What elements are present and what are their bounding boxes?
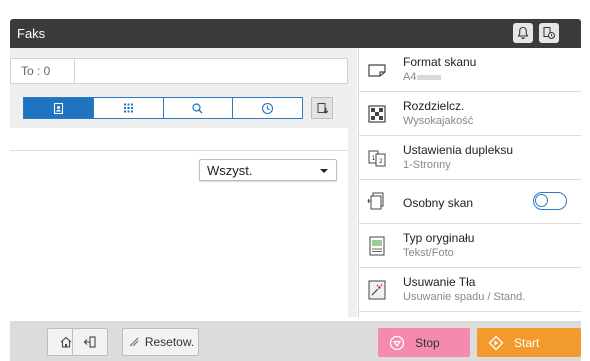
address-book-icon (53, 102, 63, 114)
tab-history[interactable] (232, 98, 302, 118)
direct-input-button[interactable] (311, 97, 333, 119)
setting-duplex[interactable]: 12 Ustawienia dupleksu 1-Stronny (358, 136, 581, 180)
setting-value: A4 (403, 71, 442, 83)
setting-resolution[interactable]: Rozdzielcz. Wysokajakość (358, 92, 581, 136)
svg-text:1: 1 (372, 155, 376, 162)
setting-title: Format skanu (403, 55, 477, 69)
logout-button[interactable] (72, 328, 108, 356)
setting-value: Wysokajakość (403, 115, 474, 127)
setting-separate-scan: Osobny skan (358, 180, 581, 224)
search-icon (192, 102, 203, 113)
setting-title: Usuwanie Tła (403, 275, 476, 289)
duplex-icon: 12 (366, 147, 388, 169)
start-label: Start (514, 335, 540, 350)
start-icon (488, 335, 504, 350)
tab-search[interactable] (162, 98, 233, 118)
reset-button[interactable]: Resetow. (122, 328, 199, 356)
scan-size-icon (366, 59, 388, 81)
separate-scan-icon (366, 191, 388, 213)
recipient-count-label: To : 0 (11, 59, 75, 83)
register-destination-icon (317, 102, 328, 114)
destination-tabs (23, 97, 303, 119)
chevron-down-icon (320, 169, 328, 173)
notification-button[interactable] (513, 23, 533, 43)
reset-icon (129, 337, 139, 347)
separate-scan-toggle[interactable] (533, 192, 567, 210)
background-removal-icon (366, 279, 388, 301)
resolution-icon (366, 103, 388, 125)
setting-title: Typ oryginału (403, 231, 475, 245)
stop-button[interactable]: Stop (378, 328, 470, 357)
setting-value: Usuwanie spadu / Stand. (403, 291, 526, 303)
app-title: Faks (17, 26, 46, 41)
setting-value: Tekst/Foto (403, 247, 454, 259)
setting-value: 1-Stronny (403, 159, 451, 171)
title-bar: Faks (10, 19, 581, 48)
list-divider (10, 150, 348, 151)
original-type-icon (366, 235, 388, 257)
list-filter-select[interactable]: Wszyst. (199, 159, 337, 181)
list-filter-value: Wszyst. (207, 162, 253, 178)
bell-icon (517, 26, 529, 39)
destination-list (10, 128, 348, 317)
tab-address-book[interactable] (24, 98, 93, 118)
stop-label: Stop (415, 335, 440, 350)
history-icon (262, 102, 274, 114)
svg-text:2: 2 (379, 158, 383, 165)
tab-keypad[interactable] (92, 98, 163, 118)
job-history-icon (543, 27, 555, 39)
setting-original-type[interactable]: Typ oryginału Tekst/Foto (358, 224, 581, 268)
toggle-knob (535, 194, 548, 207)
keypad-icon (123, 103, 133, 112)
setting-scan-size[interactable]: Format skanu A4 (358, 48, 581, 92)
job-history-button[interactable] (539, 23, 559, 43)
home-icon (60, 336, 72, 348)
recipient-field[interactable]: To : 0 (10, 58, 348, 84)
reset-label: Resetow. (144, 335, 195, 349)
setting-background-removal[interactable]: Usuwanie Tła Usuwanie spadu / Stand. (358, 268, 581, 312)
setting-title: Osobny skan (403, 196, 474, 210)
start-button[interactable]: Start (477, 328, 581, 357)
stop-icon (389, 335, 405, 350)
setting-title: Rozdzielcz. (403, 99, 465, 113)
logout-icon (83, 336, 96, 348)
setting-title: Ustawienia dupleksu (403, 143, 514, 157)
